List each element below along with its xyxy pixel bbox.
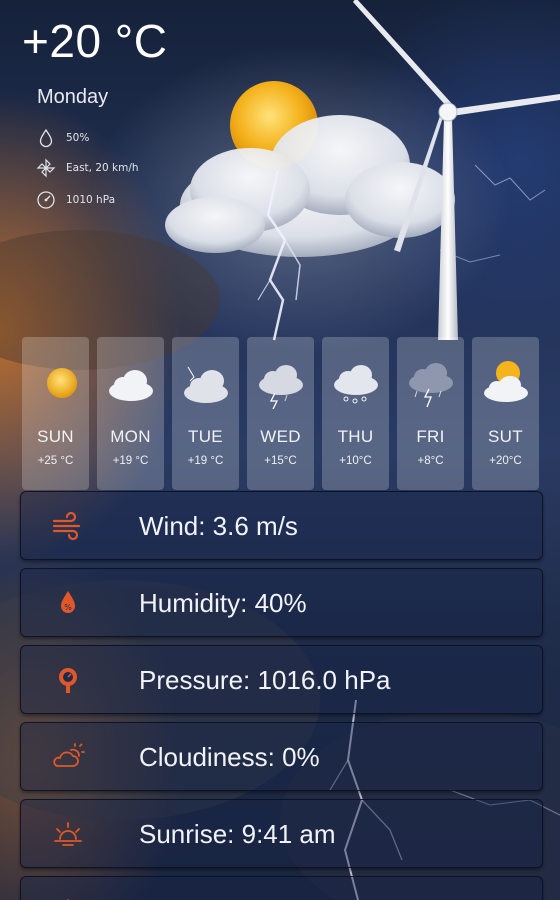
detail-row-cloudiness[interactable]: Cloudiness: 0% bbox=[20, 722, 543, 791]
forecast-temp: +19 °C bbox=[112, 455, 149, 467]
detail-row-humidity[interactable]: % Humidity: 40% bbox=[20, 568, 543, 637]
forecast-day-tue[interactable]: TUE +19 °C bbox=[172, 337, 239, 490]
detail-text: Sunrise: 9:41 am bbox=[139, 819, 336, 849]
current-temperature: +20 °C bbox=[22, 15, 168, 67]
storm-icon bbox=[259, 365, 303, 409]
gauge-icon bbox=[37, 191, 55, 209]
detail-row-sunrise[interactable]: Sunrise: 9:41 am bbox=[20, 799, 543, 868]
forecast-day-label: WED bbox=[260, 427, 301, 446]
forecast-day-label: SUT bbox=[488, 427, 523, 446]
detail-text: Wind: 3.6 m/s bbox=[139, 511, 298, 541]
forecast-day-label: FRI bbox=[416, 427, 445, 446]
forecast-day-thu[interactable]: THU +10°C bbox=[322, 337, 389, 490]
sunset-icon bbox=[67, 899, 69, 900]
wind-pinwheel-icon bbox=[36, 158, 56, 178]
sun-icon bbox=[47, 368, 77, 398]
weekly-forecast: SUN +25 °C MON +19 °C TUE +19 °C WED +15… bbox=[22, 337, 539, 490]
hail-cloud-icon bbox=[334, 365, 378, 404]
pressure-stat: 1010 hPa bbox=[36, 190, 115, 210]
detail-text: Humidity: 40% bbox=[139, 588, 307, 618]
forecast-temp: +19 °C bbox=[187, 455, 224, 467]
forecast-day-wed[interactable]: WED +15°C bbox=[247, 337, 314, 490]
forecast-day-label: SUN bbox=[37, 427, 74, 446]
dark-storm-icon bbox=[409, 363, 453, 408]
cloud-icon bbox=[109, 370, 153, 401]
svg-text:%: % bbox=[64, 603, 72, 612]
thunder-cloud-icon bbox=[184, 366, 228, 403]
humidity-stat-value: 50% bbox=[66, 132, 90, 144]
forecast-temp: +25 °C bbox=[37, 455, 74, 467]
pressure-stat-value: 1010 hPa bbox=[66, 194, 116, 206]
humidity-stat: 50% bbox=[36, 128, 89, 148]
cloudiness-icon bbox=[53, 743, 85, 767]
current-day: Monday bbox=[37, 86, 109, 108]
forecast-day-label: MON bbox=[110, 427, 151, 446]
wind-stat-value: East, 20 km/h bbox=[66, 162, 139, 174]
forecast-temp: +10°C bbox=[339, 455, 372, 467]
wind-stat: East, 20 km/h bbox=[36, 158, 139, 178]
pressure-icon bbox=[59, 668, 77, 693]
forecast-temp: +8°C bbox=[417, 455, 444, 467]
wind-icon bbox=[52, 511, 81, 541]
sunrise-icon bbox=[54, 822, 82, 846]
forecast-day-fri[interactable]: FRI +8°C bbox=[397, 337, 464, 490]
forecast-temp: +15°C bbox=[264, 455, 297, 467]
forecast-day-label: TUE bbox=[188, 427, 223, 446]
drop-icon bbox=[39, 128, 53, 148]
forecast-day-sun[interactable]: SUN +25 °C bbox=[22, 337, 89, 490]
partly-sunny-icon bbox=[484, 361, 528, 402]
humidity-icon: % bbox=[61, 591, 75, 613]
detail-text: Pressure: 1016.0 hPa bbox=[139, 665, 391, 695]
detail-row-pressure[interactable]: Pressure: 1016.0 hPa bbox=[20, 645, 543, 714]
forecast-day-mon[interactable]: MON +19 °C bbox=[97, 337, 164, 490]
forecast-day-sut[interactable]: SUT +20°C bbox=[472, 337, 539, 490]
forecast-temp: +20°C bbox=[489, 455, 522, 467]
detail-row-sunset[interactable] bbox=[20, 876, 543, 900]
detail-row-wind[interactable]: Wind: 3.6 m/s bbox=[20, 491, 543, 560]
forecast-day-label: THU bbox=[337, 427, 374, 446]
detail-text: Cloudiness: 0% bbox=[139, 742, 320, 772]
